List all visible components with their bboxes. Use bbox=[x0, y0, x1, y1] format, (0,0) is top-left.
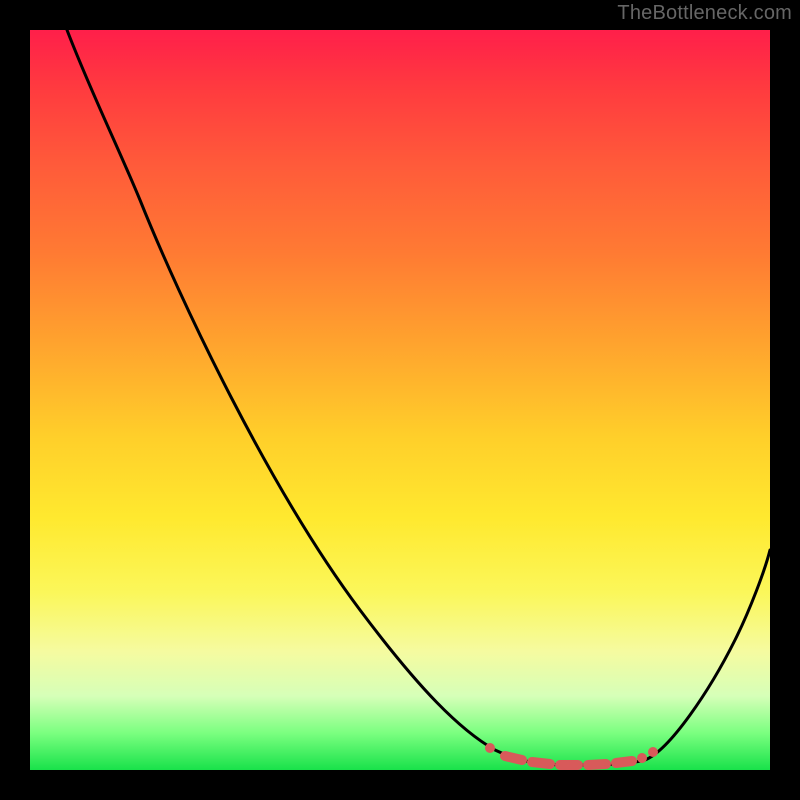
bottleneck-curve bbox=[30, 30, 770, 770]
plot-area bbox=[30, 30, 770, 770]
chart-frame: TheBottleneck.com bbox=[0, 0, 800, 800]
highlight-dashes bbox=[485, 743, 658, 765]
watermark-text: TheBottleneck.com bbox=[617, 2, 792, 25]
curve-path bbox=[67, 30, 770, 765]
